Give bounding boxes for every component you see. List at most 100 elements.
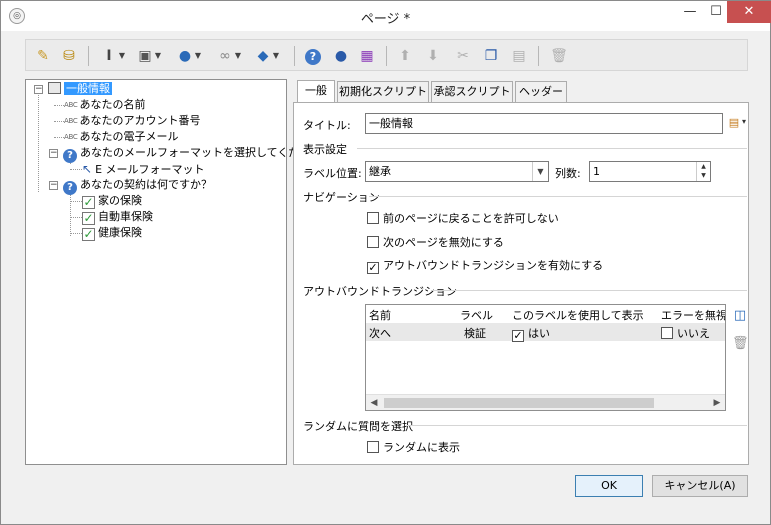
scroll-left-icon[interactable]: ◀ xyxy=(366,395,382,410)
paste-icon[interactable]: ▤ xyxy=(510,46,528,66)
tree-node-label: あなたの名前 xyxy=(79,98,146,111)
tree-node-contract-question[interactable]: ? あなたの契約は何ですか？ xyxy=(63,177,212,195)
collapse-toggle[interactable]: − xyxy=(49,181,58,190)
delete-transition-icon[interactable]: 🗑 xyxy=(732,335,749,353)
columns-stepper[interactable]: 1 ▲ ▼ xyxy=(589,161,711,182)
section-divider xyxy=(357,148,747,149)
chevron-down-icon[interactable]: ▼ xyxy=(234,46,242,66)
add-item-icon[interactable]: ▦ xyxy=(358,46,376,66)
tree-node-root[interactable]: 一般情報 xyxy=(48,81,112,97)
tree-node-account-number[interactable]: ABC あなたのアカウント番号 xyxy=(64,113,200,129)
outbound-transitions-heading: アウトバウンドトランジション xyxy=(303,285,457,298)
toolbar-separator xyxy=(88,46,89,66)
close-button[interactable]: ✕ xyxy=(727,1,771,23)
tree-node-label: 自動車保険 xyxy=(98,210,153,223)
table-row[interactable]: 次へ 検証 ✓ はい いいえ xyxy=(366,323,725,342)
page-group-icon xyxy=(48,82,61,94)
tree-node-email[interactable]: ABC あなたの電子メール xyxy=(64,129,178,145)
toolbar: ✎ ⛁ I ▼ ▣ ▼ ● ▼ ∞ ▼ ◆ ▼ ? ● ▦ ⬆ ⬇ ✂ ❐ ▤ … xyxy=(25,39,748,71)
spin-down-icon[interactable]: ▼ xyxy=(697,171,710,180)
package-icon[interactable]: ◆ xyxy=(254,46,272,66)
transitions-grid: 名前 ラベル このラベルを使用して表示 エラーを無視 次へ 検証 ✓ はい いいえ… xyxy=(365,304,726,411)
column-header-show-label[interactable]: このラベルを使用して表示 xyxy=(512,307,644,323)
cell-ignore-error[interactable]: いいえ xyxy=(661,325,710,341)
tree-node-health-insurance[interactable]: ✓ 健康保険 xyxy=(82,225,142,241)
delete-icon[interactable]: 🗑 xyxy=(550,46,568,66)
chevron-down-icon[interactable]: ▼ xyxy=(194,46,202,66)
chevron-down-icon[interactable]: ▼ xyxy=(272,46,280,66)
checkbox-box[interactable]: ✓ xyxy=(512,330,524,342)
tab-general[interactable]: 一般 xyxy=(297,80,335,103)
tree-node-car-insurance[interactable]: ✓ 自動車保険 xyxy=(82,209,153,225)
scroll-thumb[interactable] xyxy=(384,398,654,408)
checkbox-label: アウトバウンドトランジションを有効にする xyxy=(383,259,604,272)
title-bar: ◎ ページ * — ☐ ✕ xyxy=(1,1,771,31)
chevron-down-icon[interactable]: ▼ xyxy=(154,46,162,66)
scroll-right-icon[interactable]: ▶ xyxy=(709,395,725,410)
tree-guide-line xyxy=(70,169,82,170)
arrow-down-icon[interactable]: ⬇ xyxy=(424,46,442,66)
section-divider xyxy=(407,425,747,426)
text-cursor-icon[interactable]: I xyxy=(100,46,118,66)
help-icon[interactable]: ? xyxy=(304,46,322,66)
checkbox-box[interactable] xyxy=(661,327,673,339)
tree-node-root-label: 一般情報 xyxy=(64,82,112,95)
chevron-down-icon[interactable]: ▼ xyxy=(118,46,126,66)
checkbox-box[interactable] xyxy=(367,441,379,453)
column-header-name[interactable]: 名前 xyxy=(369,307,391,323)
checkbox-box[interactable]: ✓ xyxy=(367,262,379,274)
checkbox-enable-outbound[interactable]: ✓ アウトバウンドトランジションを有効にする xyxy=(367,259,604,274)
add-field-icon[interactable]: ▣ xyxy=(136,46,154,66)
tab-header[interactable]: ヘッダー xyxy=(515,81,567,103)
copy-icon[interactable]: ❐ xyxy=(482,46,500,66)
tree-node-label: あなたのメールフォーマットを選択してください xyxy=(80,146,322,159)
checkbox-disable-next[interactable]: 次のページを無効にする xyxy=(367,236,504,250)
checkbox-random-display[interactable]: ランダムに表示 xyxy=(367,441,460,455)
cell-show-label[interactable]: ✓ はい xyxy=(512,325,550,342)
checkbox-disallow-back[interactable]: 前のページに戻ることを許可しない xyxy=(367,212,559,226)
tree-guide-line xyxy=(54,137,64,138)
minimize-button[interactable]: — xyxy=(677,1,703,23)
collapse-toggle[interactable]: − xyxy=(34,85,43,94)
label-position-value: 継承 xyxy=(369,165,391,178)
question-icon: ? xyxy=(63,149,77,163)
insert-field-icon[interactable]: ▤ xyxy=(727,115,741,131)
tab-init-script[interactable]: 初期化スクリプト xyxy=(337,81,429,103)
horizontal-scrollbar[interactable]: ◀ ▶ xyxy=(366,394,725,410)
maximize-button[interactable]: ☐ xyxy=(703,1,729,23)
cancel-button[interactable]: キャンセル(A) xyxy=(652,475,748,497)
tree-node-label: 家の保険 xyxy=(98,194,142,207)
tree-node-home-insurance[interactable]: ✓ 家の保険 xyxy=(82,193,142,209)
shuffle-icon[interactable]: ✂ xyxy=(454,46,472,66)
tree-node-email-format[interactable]: ↖ E メールフォーマット xyxy=(82,161,205,177)
wand-icon[interactable]: ✎ xyxy=(34,46,52,66)
chevron-down-icon[interactable]: ▾ xyxy=(742,117,746,126)
spin-up-icon[interactable]: ▲ xyxy=(697,162,710,171)
tab-approval-script[interactable]: 承認スクリプト xyxy=(431,81,513,103)
globe-icon[interactable]: ● xyxy=(176,46,194,66)
collapse-toggle[interactable]: − xyxy=(49,149,58,158)
label-position-select[interactable]: 継承 ▼ xyxy=(365,161,549,182)
tree-node-label: E メールフォーマット xyxy=(95,163,205,176)
tree-node-name[interactable]: ABC あなたの名前 xyxy=(64,97,145,113)
arrow-up-icon[interactable]: ⬆ xyxy=(396,46,414,66)
section-divider xyxy=(431,290,747,291)
tree-guide-line xyxy=(38,92,39,192)
title-input[interactable]: 一般情報 xyxy=(365,113,723,134)
ok-button[interactable]: OK xyxy=(575,475,643,497)
column-header-label[interactable]: ラベル xyxy=(460,307,493,323)
tree-node-email-format-question[interactable]: ? あなたのメールフォーマットを選択してください xyxy=(63,145,322,163)
user-icon[interactable]: ● xyxy=(332,46,350,66)
checkbox-box[interactable] xyxy=(367,236,379,248)
cell-show-label-text: はい xyxy=(528,327,550,340)
spin-buttons[interactable]: ▲ ▼ xyxy=(696,162,710,181)
column-header-ignore-error[interactable]: エラーを無視 xyxy=(661,307,725,323)
cell-ignore-error-text: いいえ xyxy=(677,327,710,340)
tree-guide-line xyxy=(54,105,64,106)
link-icon[interactable]: ∞ xyxy=(216,46,234,66)
checkbox-box[interactable] xyxy=(367,212,379,224)
database-icon[interactable]: ⛁ xyxy=(60,46,78,66)
display-settings-heading: 表示設定 xyxy=(303,143,347,156)
chevron-down-icon[interactable]: ▼ xyxy=(532,162,548,181)
add-transition-icon[interactable]: ◫ xyxy=(732,307,748,325)
